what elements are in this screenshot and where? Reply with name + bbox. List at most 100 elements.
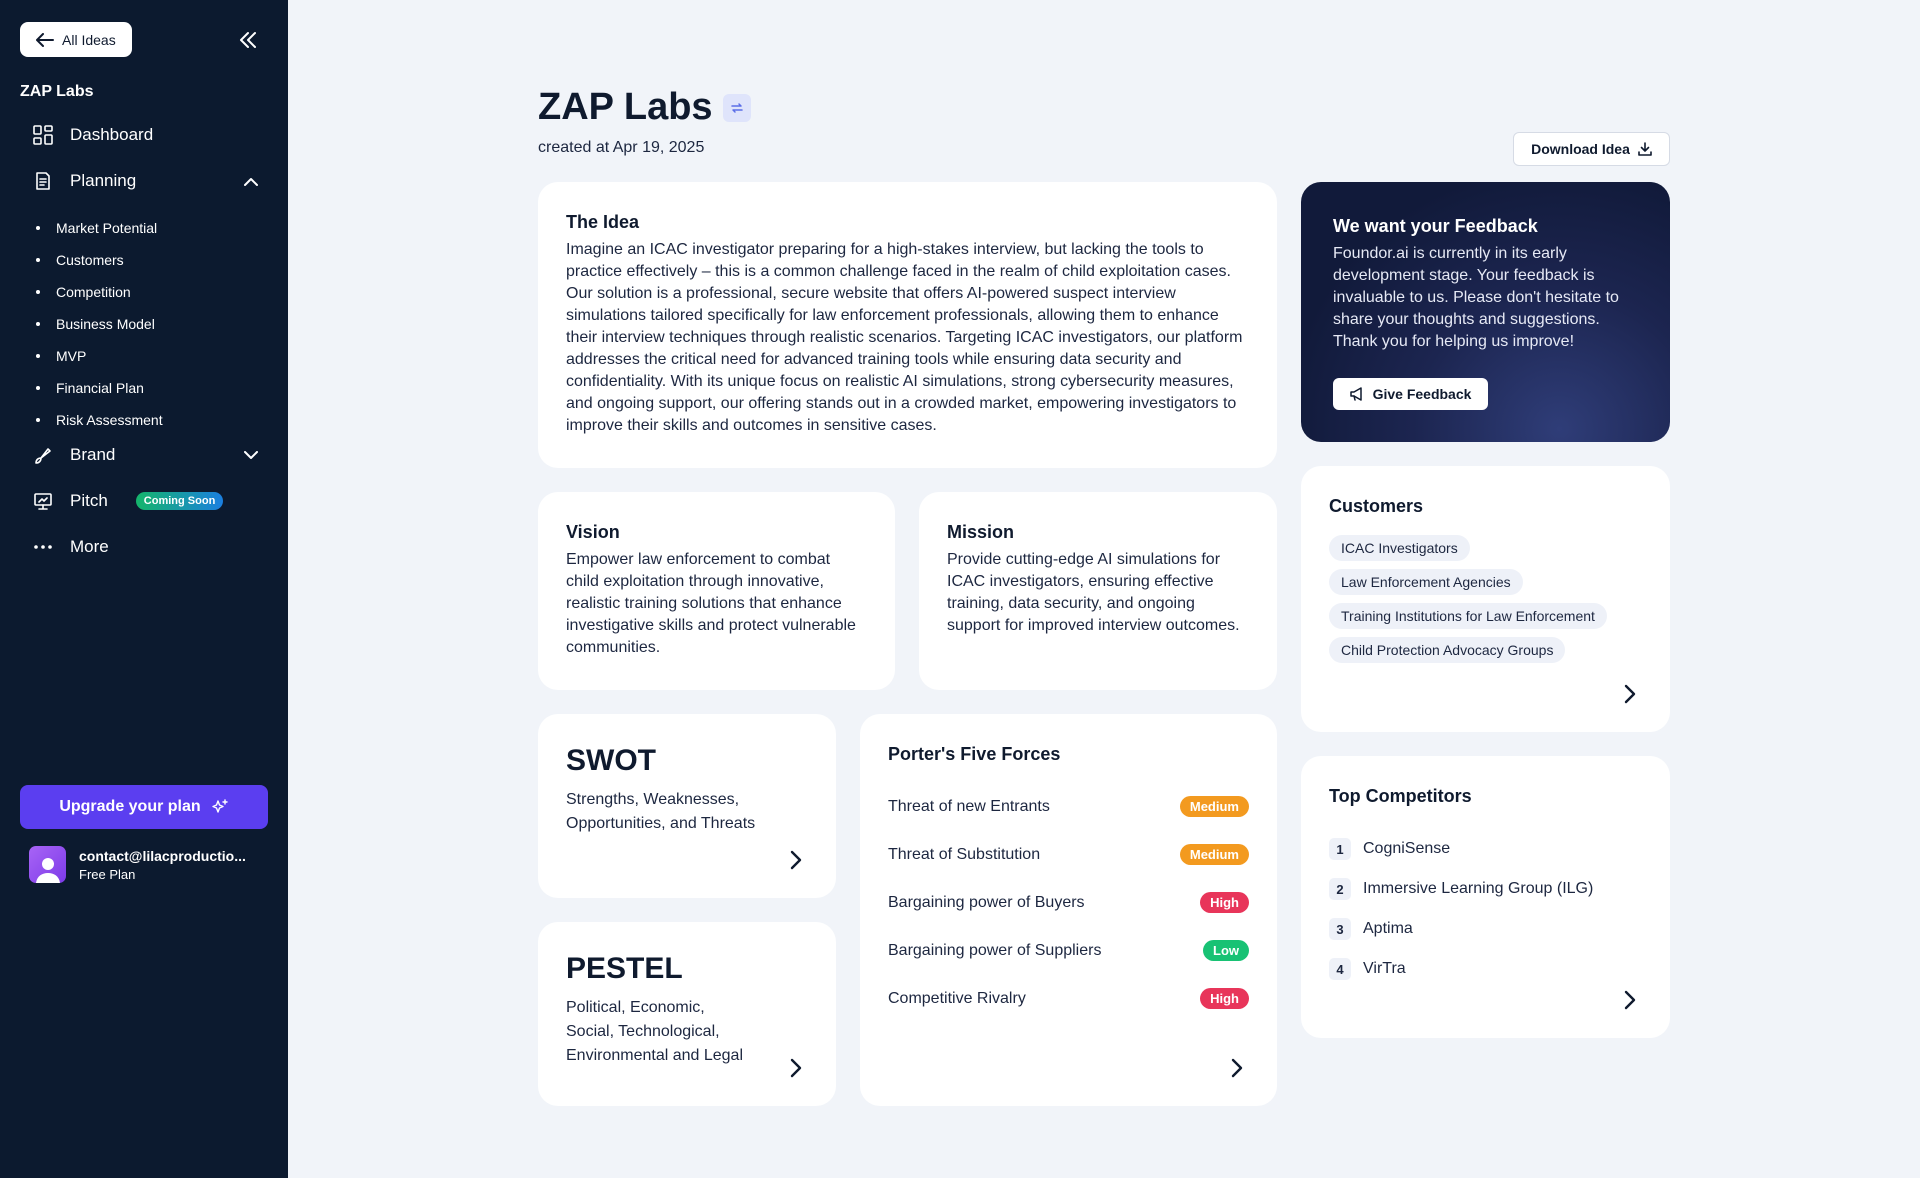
- competitor-rank: 4: [1329, 958, 1351, 980]
- sparkles-icon: [211, 799, 228, 813]
- pestel-title: PESTEL: [566, 952, 683, 985]
- page-title: ZAP Labs: [538, 86, 751, 129]
- feedback-text: Foundor.ai is currently in its early dev…: [1333, 245, 1619, 350]
- nav-brand[interactable]: Brand: [32, 444, 262, 466]
- chevron-right-icon[interactable]: [1618, 988, 1642, 1012]
- competitor-name: Immersive Learning Group (ILG): [1363, 880, 1594, 897]
- nav-dashboard-label: Dashboard: [70, 125, 154, 144]
- bullet-icon: [36, 258, 40, 262]
- nav-pitch-label: Pitch: [70, 491, 108, 510]
- workspace-name: ZAP Labs: [20, 83, 94, 100]
- competitor-rank: 2: [1329, 878, 1351, 900]
- bullet-icon: [36, 226, 40, 230]
- nav-planning[interactable]: Planning: [32, 170, 262, 192]
- force-label: Bargaining power of Buyers: [888, 893, 1085, 911]
- nav-dashboard[interactable]: Dashboard: [32, 124, 262, 146]
- idea-text: Imagine an ICAC investigator preparing f…: [566, 241, 1243, 434]
- customers-card[interactable]: Customers ICAC Investigators Law Enforce…: [1301, 466, 1670, 732]
- sub-item-label: Risk Assessment: [56, 412, 163, 428]
- sub-item-market-potential[interactable]: Market Potential: [36, 212, 163, 244]
- force-label: Threat of Substitution: [888, 845, 1041, 863]
- upgrade-label: Upgrade your plan: [59, 798, 201, 815]
- bullet-icon: [36, 290, 40, 294]
- feedback-card: We want your Feedback Foundor.ai is curr…: [1301, 182, 1670, 442]
- competitor-item: 4 VirTra: [1329, 949, 1642, 989]
- all-ideas-label: All Ideas: [62, 31, 116, 48]
- megaphone-icon: [1349, 387, 1362, 401]
- force-row: Threat of new Entrants Medium: [888, 796, 1249, 817]
- nav-planning-label: Planning: [70, 171, 137, 190]
- bullet-icon: [36, 322, 40, 326]
- download-idea-button[interactable]: Download Idea: [1513, 132, 1670, 166]
- brand-icon: [32, 444, 54, 466]
- competitor-item: 1 CogniSense: [1329, 829, 1642, 869]
- force-level-badge: High: [1200, 988, 1249, 1009]
- bullet-icon: [36, 386, 40, 390]
- idea-card: The Idea Imagine an ICAC investigator pr…: [538, 182, 1277, 468]
- porter-card[interactable]: Porter's Five Forces Threat of new Entra…: [860, 714, 1277, 1106]
- chevrons-left-icon: [240, 32, 256, 48]
- user-email: contact@lilacproductio...: [79, 847, 246, 864]
- user-profile[interactable]: contact@lilacproductio... Free Plan: [29, 846, 246, 883]
- swot-text: Strengths, Weaknesses, Opportunities, an…: [566, 791, 756, 832]
- refresh-icon: [730, 102, 743, 113]
- mission-card: Mission Provide cutting-edge AI simulati…: [919, 492, 1277, 690]
- download-label: Download Idea: [1531, 141, 1630, 157]
- presentation-icon: [32, 490, 54, 512]
- competitor-name: Aptima: [1363, 920, 1413, 937]
- sub-item-label: Market Potential: [56, 220, 158, 236]
- sub-item-business-model[interactable]: Business Model: [36, 308, 163, 340]
- more-icon: [32, 536, 54, 558]
- competitor-name: CogniSense: [1363, 840, 1451, 857]
- upgrade-plan-button[interactable]: Upgrade your plan: [20, 785, 268, 829]
- force-row: Bargaining power of Suppliers Low: [888, 940, 1249, 961]
- nav-more[interactable]: More: [32, 536, 262, 558]
- swot-title: SWOT: [566, 744, 656, 777]
- sub-item-financial-plan[interactable]: Financial Plan: [36, 372, 163, 404]
- feedback-title: We want your Feedback: [1333, 216, 1538, 236]
- customers-title: Customers: [1329, 496, 1424, 516]
- bullet-icon: [36, 354, 40, 358]
- page-title-text: ZAP Labs: [538, 86, 713, 128]
- vision-text: Empower law enforcement to combat child …: [566, 551, 856, 656]
- sub-item-label: Business Model: [56, 316, 155, 332]
- user-info: contact@lilacproductio... Free Plan: [79, 848, 246, 882]
- pestel-card[interactable]: PESTEL Political, Economic, Social, Tech…: [538, 922, 836, 1106]
- competitor-list: 1 CogniSense 2 Immersive Learning Group (I…: [1329, 829, 1642, 989]
- arrow-left-icon: [36, 32, 54, 47]
- sub-item-competition[interactable]: Competition: [36, 276, 163, 308]
- force-level-badge: High: [1200, 892, 1249, 913]
- competitors-card[interactable]: Top Competitors 1 CogniSense 2 Immersive L…: [1301, 756, 1670, 1038]
- nav-pitch[interactable]: Pitch Coming Soon: [32, 490, 262, 512]
- competitor-item: 2 Immersive Learning Group (ILG): [1329, 869, 1642, 909]
- avatar: [29, 846, 66, 883]
- sub-item-label: Customers: [56, 252, 124, 268]
- swot-card[interactable]: SWOT Strengths, Weaknesses, Opportunitie…: [538, 714, 836, 898]
- collapse-sidebar-button[interactable]: [236, 28, 260, 52]
- nav-more-label: More: [70, 537, 109, 556]
- sub-item-risk-assessment[interactable]: Risk Assessment: [36, 404, 163, 436]
- force-label: Bargaining power of Suppliers: [888, 941, 1102, 959]
- competitor-name: VirTra: [1363, 960, 1406, 977]
- download-icon: [1638, 142, 1652, 156]
- competitor-item: 3 Aptima: [1329, 909, 1642, 949]
- sub-item-mvp[interactable]: MVP: [36, 340, 163, 372]
- vision-title: Vision: [566, 522, 620, 542]
- nav-brand-label: Brand: [70, 445, 116, 464]
- sub-item-label: Competition: [56, 284, 131, 300]
- chevron-right-icon[interactable]: [1618, 682, 1642, 706]
- dashboard-icon: [32, 124, 54, 146]
- chevron-right-icon[interactable]: [784, 848, 808, 872]
- give-feedback-button[interactable]: Give Feedback: [1333, 378, 1488, 410]
- all-ideas-button[interactable]: All Ideas: [20, 22, 132, 57]
- chevron-up-icon[interactable]: [240, 170, 262, 192]
- chevron-right-icon[interactable]: [784, 1056, 808, 1080]
- coming-soon-badge: Coming Soon: [135, 492, 224, 510]
- chevron-right-icon[interactable]: [1225, 1056, 1249, 1080]
- sub-item-customers[interactable]: Customers: [36, 244, 163, 276]
- customer-tags: ICAC Investigators Law Enforcement Agenc…: [1329, 535, 1642, 671]
- regenerate-button[interactable]: [722, 93, 751, 122]
- chevron-down-icon[interactable]: [240, 444, 262, 466]
- force-level-badge: Medium: [1179, 844, 1249, 865]
- planning-icon: [32, 170, 54, 192]
